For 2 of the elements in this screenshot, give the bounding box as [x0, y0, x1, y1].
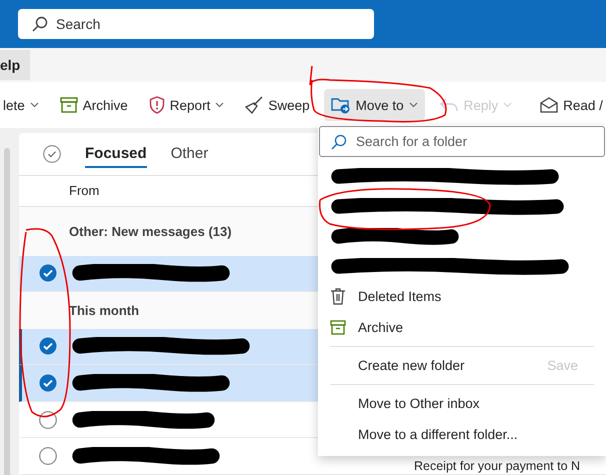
message-preview: Receipt for your payment to N: [414, 459, 580, 474]
group-header: Other: New messages (13): [69, 224, 232, 239]
